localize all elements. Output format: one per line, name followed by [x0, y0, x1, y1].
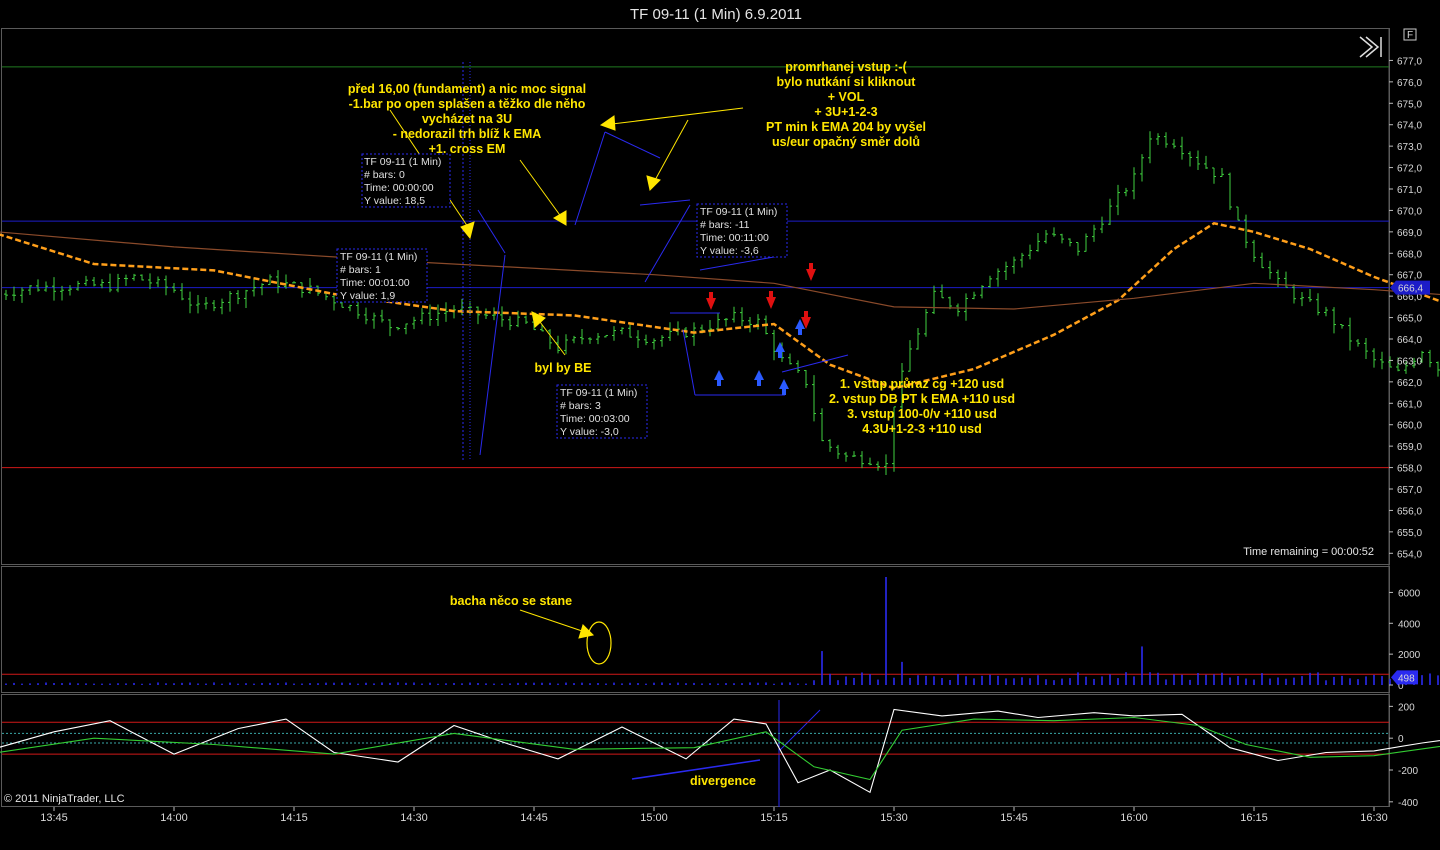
y-tick-label: 664,0 — [1397, 335, 1422, 346]
note-line: PT min k EMA 204 by vyšel — [766, 120, 926, 134]
y-tick-label: 659,0 — [1397, 442, 1422, 453]
y-tick-label: 675,0 — [1397, 99, 1422, 110]
note-line: promrhanej vstup :-( — [785, 60, 907, 74]
info-box-line: # bars: 1 — [340, 264, 381, 276]
info-box-line: # bars: 3 — [560, 400, 601, 412]
note-volume: bacha něco se stane — [450, 594, 572, 608]
info-box-line: # bars: -11 — [700, 219, 750, 231]
copyright: © 2011 NinjaTrader, LLC — [4, 793, 125, 805]
y-tick-label: 6000 — [1398, 588, 1421, 599]
y-tick-label: 657,0 — [1397, 485, 1422, 496]
time-remaining: Time remaining = 00:00:52 — [1243, 546, 1374, 558]
note-line: + VOL — [828, 90, 865, 104]
note-divergence: divergence — [690, 774, 756, 788]
y-tick-label: 4000 — [1398, 619, 1421, 630]
x-tick-label: 15:30 — [880, 812, 908, 824]
y-tick-label: 0 — [1398, 734, 1404, 745]
note-line: bylo nutkání si kliknout — [777, 75, 917, 89]
y-tick-label: -400 — [1398, 798, 1418, 809]
y-tick-label: 676,0 — [1397, 78, 1422, 89]
y-tick-label: 669,0 — [1397, 228, 1422, 239]
last-volume-label: 498 — [1398, 673, 1415, 684]
x-tick-label: 16:00 — [1120, 812, 1148, 824]
info-box[interactable]: TF 09-11 (1 Min) # bars: 1 Time: 00:01:0… — [336, 248, 428, 303]
note-be: byl by BE — [535, 361, 592, 375]
note-line: us/eur opačný směr dolů — [772, 135, 920, 149]
y-tick-label: 660,0 — [1397, 421, 1422, 432]
info-box-line: Y value: 1,9 — [340, 290, 395, 302]
info-box[interactable]: TF 09-11 (1 Min) # bars: 3 Time: 00:03:0… — [556, 384, 648, 439]
note-line: 1. vstup průraz cg +120 usd — [840, 377, 1004, 391]
x-tick-label: 14:00 — [160, 812, 188, 824]
y-tick-label: 674,0 — [1397, 121, 1422, 132]
y-tick-label: 663,0 — [1397, 356, 1422, 367]
x-tick-label: 13:45 — [40, 812, 68, 824]
y-tick-label: 672,0 — [1397, 164, 1422, 175]
y-tick-label: 673,0 — [1397, 142, 1422, 153]
info-box-line: Time: 00:00:00 — [364, 182, 434, 194]
info-box[interactable]: TF 09-11 (1 Min) # bars: -11 Time: 00:11… — [696, 203, 788, 258]
info-box-line: Y value: 18,5 — [364, 195, 425, 207]
panel-toggle-label: F — [1407, 30, 1413, 41]
chart-title: TF 09-11 (1 Min) 6.9.2011 — [630, 6, 802, 23]
y-tick-label: 658,0 — [1397, 464, 1422, 475]
y-tick-label: -200 — [1398, 766, 1418, 777]
x-tick-label: 16:15 — [1240, 812, 1268, 824]
y-tick-label: 667,0 — [1397, 271, 1422, 282]
info-box-line: Y value: -3,0 — [560, 426, 619, 438]
info-box-line: TF 09-11 (1 Min) — [700, 206, 777, 218]
y-tick-label: 656,0 — [1397, 506, 1422, 517]
note-line: +1. cross EM — [429, 142, 506, 156]
note-line: 3. vstup 100-0/v +110 usd — [847, 407, 997, 421]
x-tick-label: 14:30 — [400, 812, 428, 824]
note-line: před 16,00 (fundament) a nic moc signal — [348, 82, 586, 96]
note-line: 2. vstup DB PT k EMA +110 usd — [829, 392, 1015, 406]
info-box-line: Time: 00:11:00 — [700, 232, 769, 244]
y-tick-label: 670,0 — [1397, 206, 1422, 217]
chart-canvas[interactable]: TF 09-11 (1 Min) 6.9.2011 F 677,0 676,0 67… — [0, 0, 1440, 850]
y-tick-label: 2000 — [1398, 650, 1421, 661]
note-line: vycházet na 3U — [422, 112, 512, 126]
note-line: 4.3U+1-2-3 +110 usd — [862, 422, 982, 436]
note-line: -1.bar po open splašen a těžko dle něho — [349, 97, 586, 111]
info-box-line: Y value: -3,6 — [700, 245, 759, 257]
y-tick-label: 662,0 — [1397, 378, 1422, 389]
note-line: + 3U+1-2-3 — [814, 105, 877, 119]
info-box-line: # bars: 0 — [364, 169, 405, 181]
y-tick-label: 655,0 — [1397, 528, 1422, 539]
y-tick-label: 654,0 — [1397, 549, 1422, 560]
y-tick-label: 200 — [1398, 702, 1415, 713]
info-box-line: TF 09-11 (1 Min) — [340, 251, 417, 263]
x-tick-label: 15:15 — [760, 812, 788, 824]
note-line: - nedorazil trh blíž k EMA — [393, 127, 542, 141]
info-box[interactable]: TF 09-11 (1 Min) # bars: 0 Time: 00:00:0… — [361, 153, 451, 208]
y-tick-label: 668,0 — [1397, 249, 1422, 260]
x-tick-label: 15:45 — [1000, 812, 1028, 824]
y-tick-label: 671,0 — [1397, 185, 1422, 196]
x-tick-label: 14:45 — [520, 812, 548, 824]
last-price-label: 666,4 — [1398, 284, 1423, 295]
info-box-line: Time: 00:03:00 — [560, 413, 630, 425]
x-tick-label: 14:15 — [280, 812, 308, 824]
y-tick-label: 677,0 — [1397, 56, 1422, 67]
y-tick-label: 661,0 — [1397, 399, 1422, 410]
info-box-line: TF 09-11 (1 Min) — [560, 387, 637, 399]
info-box-line: Time: 00:01:00 — [340, 277, 410, 289]
y-tick-label: 665,0 — [1397, 314, 1422, 325]
x-tick-label: 16:30 — [1360, 812, 1388, 824]
info-box-line: TF 09-11 (1 Min) — [364, 156, 441, 168]
x-tick-label: 15:00 — [640, 812, 668, 824]
